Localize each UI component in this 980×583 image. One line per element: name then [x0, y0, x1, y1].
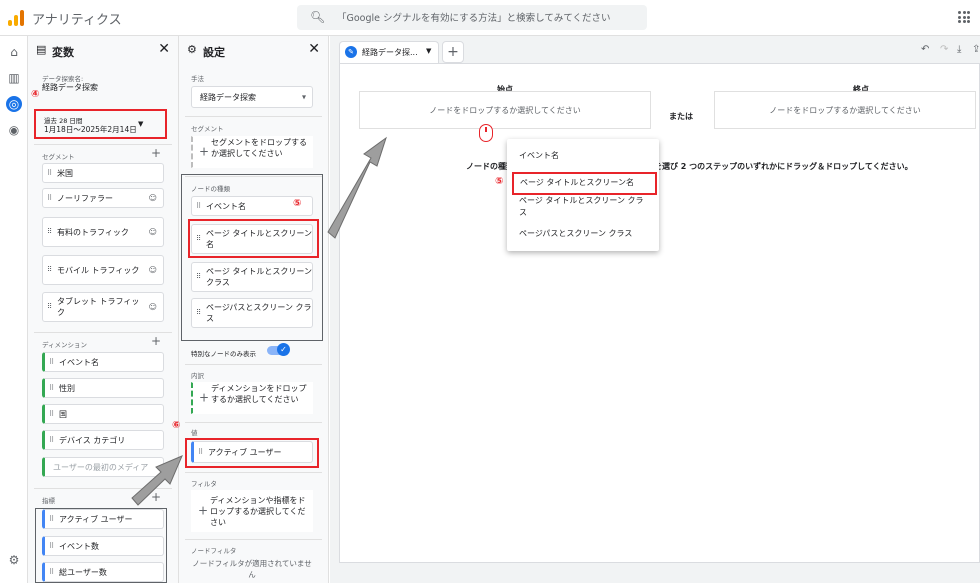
- arrow-node-to-canvas: [327, 136, 387, 239]
- arrow-metric-to-values: [131, 455, 183, 506]
- drag-arrows: [131, 136, 387, 506]
